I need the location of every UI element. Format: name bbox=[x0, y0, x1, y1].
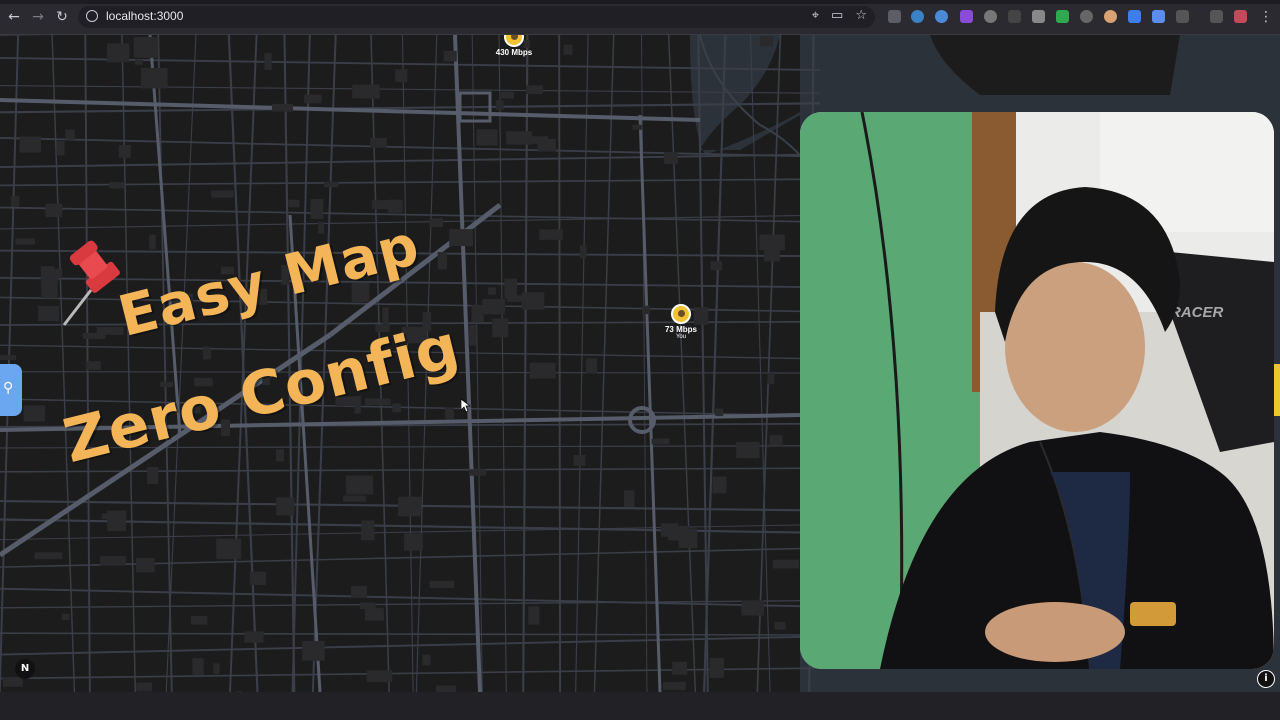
menu-icon[interactable]: ⋮ bbox=[1258, 9, 1274, 25]
extension-icon[interactable] bbox=[960, 10, 973, 23]
browser-toolbar: ← → ↻ localhost:3000 ⌖ ▭ ☆ ⋮ bbox=[0, 0, 1280, 35]
bookmark-star-icon[interactable]: ☆ bbox=[855, 8, 867, 23]
extension-icon[interactable] bbox=[1080, 10, 1093, 23]
extension-icon[interactable] bbox=[984, 10, 997, 23]
mouse-cursor-icon bbox=[461, 399, 471, 413]
info-icon[interactable]: i bbox=[1257, 670, 1275, 688]
side-panel-tab[interactable] bbox=[1274, 364, 1280, 416]
back-arrow-icon[interactable]: ← bbox=[6, 9, 22, 25]
address-bar-actions: ⌖ ▭ ☆ bbox=[812, 8, 867, 23]
url-text[interactable]: localhost:3000 bbox=[106, 9, 183, 23]
extension-icon[interactable] bbox=[1008, 10, 1021, 23]
cast-icon[interactable]: ▭ bbox=[831, 8, 843, 23]
magnifier-icon: ⚲ bbox=[3, 380, 14, 396]
extension-icon[interactable] bbox=[1128, 10, 1141, 23]
avatar bbox=[671, 304, 691, 324]
forward-arrow-icon[interactable]: → bbox=[30, 9, 46, 25]
extensions-icon[interactable] bbox=[1176, 10, 1189, 23]
svg-text:RACER: RACER bbox=[1170, 304, 1224, 321]
extension-icon[interactable] bbox=[1056, 10, 1069, 23]
location-icon[interactable]: ⌖ bbox=[812, 8, 819, 23]
webcam-overlay: RACER bbox=[800, 112, 1274, 669]
reading-list-icon[interactable] bbox=[1210, 10, 1223, 23]
extension-icon[interactable] bbox=[888, 10, 901, 23]
extension-icon[interactable] bbox=[911, 10, 924, 23]
status-strip bbox=[0, 692, 1280, 720]
compass-north-button[interactable]: N bbox=[15, 659, 35, 679]
search-toggle-button[interactable]: ⚲ bbox=[0, 364, 22, 416]
speed-label: 430 Mbps bbox=[495, 48, 533, 57]
avatar bbox=[504, 35, 524, 47]
site-info-icon[interactable] bbox=[86, 10, 98, 22]
profile-icon[interactable] bbox=[1234, 10, 1247, 23]
reload-icon[interactable]: ↻ bbox=[54, 9, 70, 25]
you-label: You bbox=[675, 334, 687, 340]
browser-tab-strip bbox=[0, 0, 1280, 4]
current-user-marker[interactable]: 73 Mbps You bbox=[660, 304, 702, 340]
extension-icon[interactable] bbox=[1152, 10, 1165, 23]
presenter-video-frame: RACER bbox=[800, 112, 1274, 669]
speed-label: 73 Mbps bbox=[664, 325, 697, 334]
extension-icon[interactable] bbox=[1032, 10, 1045, 23]
address-bar[interactable]: localhost:3000 ⌖ ▭ ☆ bbox=[78, 6, 875, 28]
extension-icon[interactable] bbox=[1104, 10, 1117, 23]
user-marker[interactable]: 430 Mbps bbox=[493, 35, 535, 57]
extension-icon[interactable] bbox=[935, 10, 948, 23]
